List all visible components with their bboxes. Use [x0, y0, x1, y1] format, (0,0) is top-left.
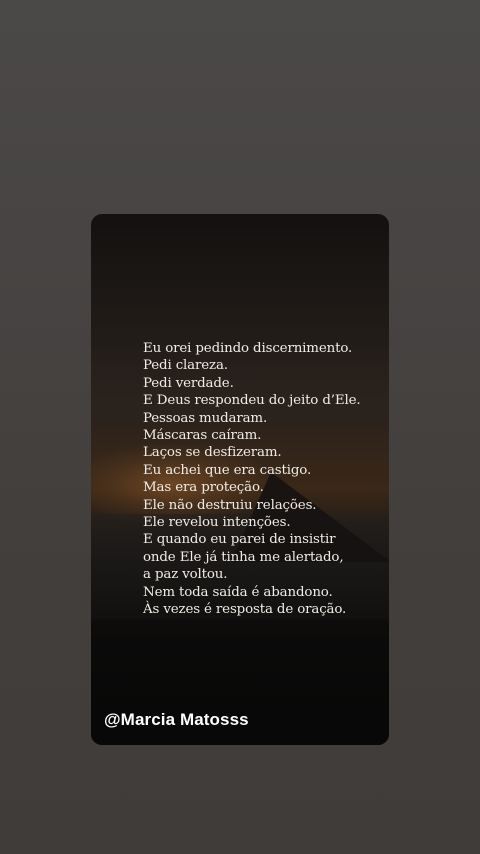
poem-line: Mas era proteção.: [143, 480, 264, 496]
poem-line: Máscaras caíram.: [143, 428, 262, 444]
poem-line: Pessoas mudaram.: [143, 410, 268, 426]
poem-text: Eu orei pedindo discernimento. Pedi clar…: [143, 340, 383, 619]
poem-line: Eu orei pedindo discernimento.: [143, 341, 353, 356]
poem-line: onde Ele já tinha me alertado,: [143, 549, 344, 565]
poem-line: a paz voltou.: [143, 567, 228, 583]
poem-line: E Deus respondeu do jeito d’Ele.: [143, 393, 361, 409]
poem-line: E quando eu parei de insistir: [143, 532, 336, 548]
author-handle: @Marcia Matosss: [104, 710, 249, 729]
poem-line: Eu achei que era castigo.: [143, 462, 312, 478]
poem-line: Laços se desfizeram.: [143, 445, 282, 461]
poem-line: Pedi clareza.: [143, 358, 228, 374]
poem-line: Ele revelou intenções.: [143, 515, 291, 531]
poem-line: Nem toda saída é abandono.: [143, 584, 333, 600]
story-card: Eu orei pedindo discernimento. Pedi clar…: [91, 214, 389, 745]
poem-line: Às vezes é resposta de oração.: [143, 602, 347, 618]
poem-line: Ele não destruiu relações.: [143, 497, 317, 513]
poem-line: Pedi verdade.: [143, 375, 234, 391]
